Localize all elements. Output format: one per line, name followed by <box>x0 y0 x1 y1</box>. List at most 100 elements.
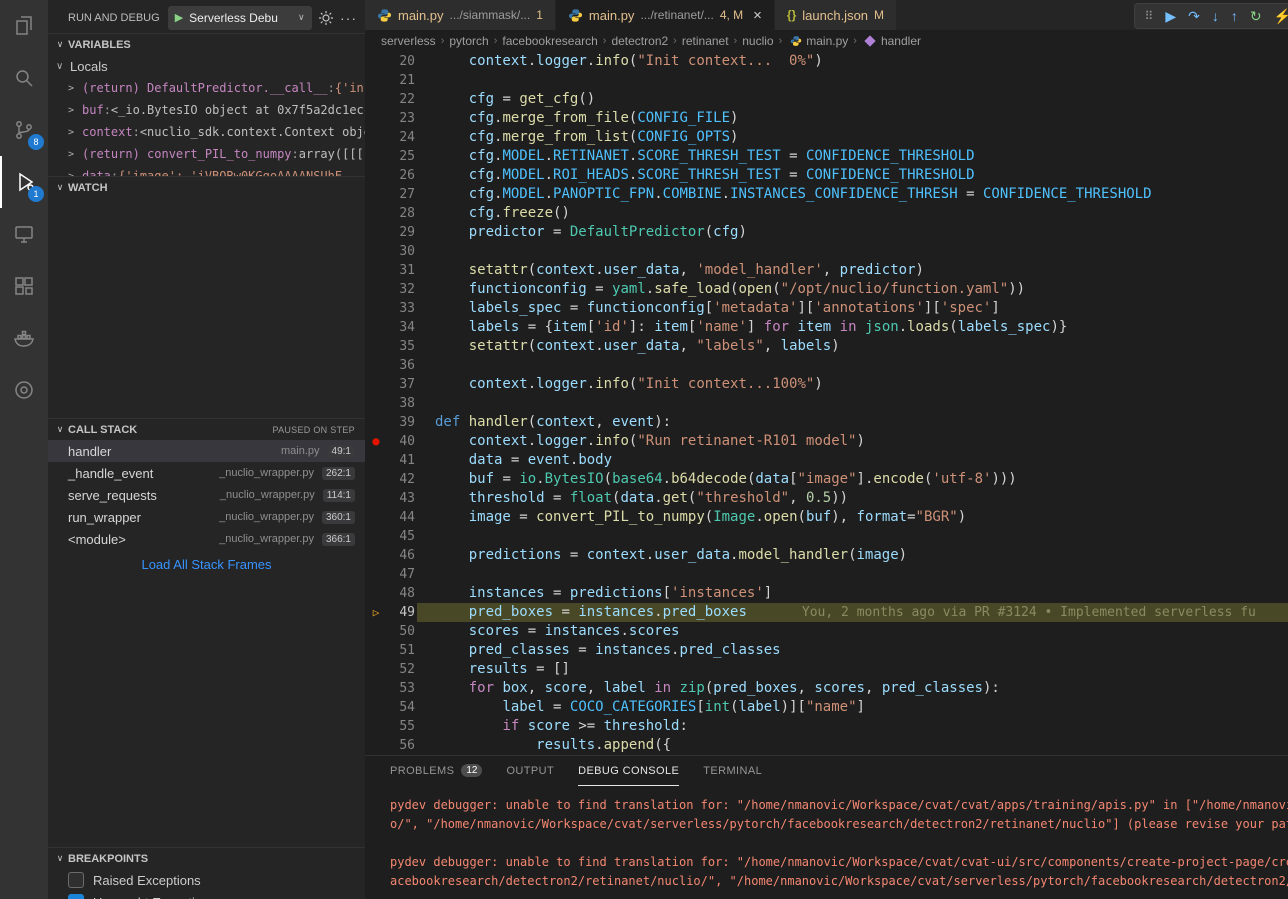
breadcrumb-item[interactable]: pytorch <box>449 34 488 48</box>
code-line[interactable]: 30 <box>365 242 1288 261</box>
debug-disconnect-button[interactable]: ⚡ <box>1274 9 1288 23</box>
code-line[interactable]: 38 <box>365 394 1288 413</box>
code-line[interactable]: 46 predictions = context.user_data.model… <box>365 546 1288 565</box>
code-line[interactable]: 43 threshold = float(data.get("threshold… <box>365 489 1288 508</box>
code-line[interactable]: 50 scores = instances.scores <box>365 622 1288 641</box>
code-line[interactable]: 53 for box, score, label in zip(pred_box… <box>365 679 1288 698</box>
gutter-glyph-margin[interactable] <box>365 451 387 470</box>
code-line[interactable]: 55 if score >= threshold: <box>365 717 1288 736</box>
code-line[interactable]: 33 labels_spec = functionconfig['metadat… <box>365 299 1288 318</box>
breadcrumb-item[interactable]: nuclio <box>742 34 773 48</box>
code-line[interactable]: 21 <box>365 71 1288 90</box>
gutter-glyph-margin[interactable] <box>365 736 387 755</box>
variable-row[interactable]: >data: {'image': 'iVBORw0KGgoAAAANSUhE <box>48 165 365 176</box>
load-all-stack-frames-link[interactable]: Load All Stack Frames <box>48 557 365 572</box>
code-line[interactable]: 45 <box>365 527 1288 546</box>
code-line[interactable]: 27 cfg.MODEL.PANOPTIC_FPN.COMBINE.INSTAN… <box>365 185 1288 204</box>
gutter-glyph-margin[interactable] <box>365 508 387 527</box>
gutter-glyph-margin[interactable] <box>365 204 387 223</box>
code-line[interactable]: ●40 context.logger.info("Run retinanet-R… <box>365 432 1288 451</box>
scope-locals[interactable]: ∨ Locals <box>48 55 365 77</box>
debug-restart-button[interactable]: ↻ <box>1250 9 1262 23</box>
variable-row[interactable]: >context: <nuclio_sdk.context.Context ob… <box>48 121 365 143</box>
code-line[interactable]: 32 functionconfig = yaml.safe_load(open(… <box>365 280 1288 299</box>
debug-current-line-arrow[interactable]: ▷ <box>365 603 387 622</box>
tab-debug-console[interactable]: DEBUG CONSOLE <box>578 756 679 786</box>
debug-continue-button[interactable]: ▶ <box>1165 9 1176 23</box>
breadcrumb-item[interactable]: main.py <box>806 34 848 48</box>
code-line[interactable]: 52 results = [] <box>365 660 1288 679</box>
gutter-glyph-margin[interactable] <box>365 242 387 261</box>
gutter-glyph-margin[interactable] <box>365 565 387 584</box>
docker-icon[interactable] <box>0 312 48 364</box>
code-line[interactable]: 25 cfg.MODEL.RETINANET.SCORE_THRESH_TEST… <box>365 147 1288 166</box>
tab-main-py-siammask[interactable]: main.py .../siammask/... 1 <box>365 0 556 30</box>
code-line[interactable]: 56 results.append({ <box>365 736 1288 755</box>
gutter-glyph-margin[interactable] <box>365 52 387 71</box>
stack-frame-row[interactable]: <module>_nuclio_wrapper.py366:1 <box>48 528 365 550</box>
code-line[interactable]: 35 setattr(context.user_data, "labels", … <box>365 337 1288 356</box>
tab-launch-json[interactable]: {} launch.json M <box>775 0 897 30</box>
explorer-icon[interactable] <box>0 0 48 52</box>
gutter-glyph-margin[interactable] <box>365 660 387 679</box>
tab-problems[interactable]: PROBLEMS 12 <box>390 756 482 786</box>
drag-handle-icon[interactable]: ⠿ <box>1145 9 1154 23</box>
gutter-glyph-margin[interactable] <box>365 128 387 147</box>
gutter-glyph-margin[interactable] <box>365 280 387 299</box>
code-line[interactable]: ▷49 pred_boxes = instances.pred_boxesYou… <box>365 603 1288 622</box>
gutter-glyph-margin[interactable] <box>365 546 387 565</box>
close-icon[interactable]: × <box>753 7 762 24</box>
gutter-glyph-margin[interactable] <box>365 318 387 337</box>
code-line[interactable]: 29 predictor = DefaultPredictor(cfg) <box>365 223 1288 242</box>
debug-config-dropdown[interactable]: ▶ Serverless Debu ∨ <box>168 6 312 30</box>
code-line[interactable]: 23 cfg.merge_from_file(CONFIG_FILE) <box>365 109 1288 128</box>
code-line[interactable]: 36 <box>365 356 1288 375</box>
debug-step-out-button[interactable]: ↑ <box>1231 9 1238 23</box>
code-line[interactable]: 51 pred_classes = instances.pred_classes <box>365 641 1288 660</box>
variable-row[interactable]: >buf: <_io.BytesIO object at 0x7f5a2dc1e… <box>48 99 365 121</box>
gutter-glyph-margin[interactable] <box>365 90 387 109</box>
gutter-glyph-margin[interactable] <box>365 356 387 375</box>
gutter-glyph-margin[interactable] <box>365 223 387 242</box>
gutter-glyph-margin[interactable] <box>365 166 387 185</box>
code-line[interactable]: 26 cfg.MODEL.ROI_HEADS.SCORE_THRESH_TEST… <box>365 166 1288 185</box>
gutter-glyph-margin[interactable] <box>365 489 387 508</box>
stack-frame-row[interactable]: run_wrapper_nuclio_wrapper.py360:1 <box>48 506 365 528</box>
breadcrumb-item[interactable]: facebookresearch <box>502 34 597 48</box>
gutter-glyph-margin[interactable] <box>365 584 387 603</box>
gutter-glyph-margin[interactable] <box>365 679 387 698</box>
code-line[interactable]: 22 cfg = get_cfg() <box>365 90 1288 109</box>
extensions-icon[interactable] <box>0 260 48 312</box>
code-line[interactable]: 47 <box>365 565 1288 584</box>
code-line[interactable]: 24 cfg.merge_from_list(CONFIG_OPTS) <box>365 128 1288 147</box>
gutter-glyph-margin[interactable] <box>365 261 387 280</box>
gutter-glyph-margin[interactable] <box>365 147 387 166</box>
run-and-debug-icon[interactable]: 1 <box>0 156 48 208</box>
code-line[interactable]: 44 image = convert_PIL_to_numpy(Image.op… <box>365 508 1288 527</box>
breakpoint-dot[interactable]: ● <box>365 432 387 451</box>
breakpoint-row[interactable]: ✓Uncaught Exceptions <box>48 891 365 899</box>
code-line[interactable]: 37 context.logger.info("Init context...1… <box>365 375 1288 394</box>
gutter-glyph-margin[interactable] <box>365 109 387 128</box>
gutter-glyph-margin[interactable] <box>365 470 387 489</box>
gutter-glyph-margin[interactable] <box>365 641 387 660</box>
gutter-glyph-margin[interactable] <box>365 717 387 736</box>
variable-row[interactable]: >(return) convert_PIL_to_numpy: array([[… <box>48 143 365 165</box>
watch-section-header[interactable]: ∨ WATCH <box>48 176 365 198</box>
checkbox[interactable]: ✓ <box>68 894 84 899</box>
breadcrumb-item[interactable]: handler <box>881 34 921 48</box>
breakpoint-row[interactable]: Raised Exceptions <box>48 869 365 891</box>
code-line[interactable]: 34 labels = {item['id']: item['name'] fo… <box>365 318 1288 337</box>
variable-row[interactable]: >(return) DefaultPredictor.__call__: {'i… <box>48 77 365 99</box>
gutter-glyph-margin[interactable] <box>365 375 387 394</box>
stack-frame-row[interactable]: serve_requests_nuclio_wrapper.py114:1 <box>48 484 365 506</box>
stack-frame-row[interactable]: _handle_event_nuclio_wrapper.py262:1 <box>48 462 365 484</box>
gutter-glyph-margin[interactable] <box>365 71 387 90</box>
code-line[interactable]: 20 context.logger.info("Init context... … <box>365 52 1288 71</box>
code-line[interactable]: 39def handler(context, event): <box>365 413 1288 432</box>
breadcrumb-item[interactable]: retinanet <box>682 34 729 48</box>
call-stack-section-header[interactable]: ∨ CALL STACK PAUSED ON STEP <box>48 418 365 440</box>
gutter-glyph-margin[interactable] <box>365 299 387 318</box>
circle-extension-icon[interactable] <box>0 364 48 416</box>
code-line[interactable]: 48 instances = predictions['instances'] <box>365 584 1288 603</box>
